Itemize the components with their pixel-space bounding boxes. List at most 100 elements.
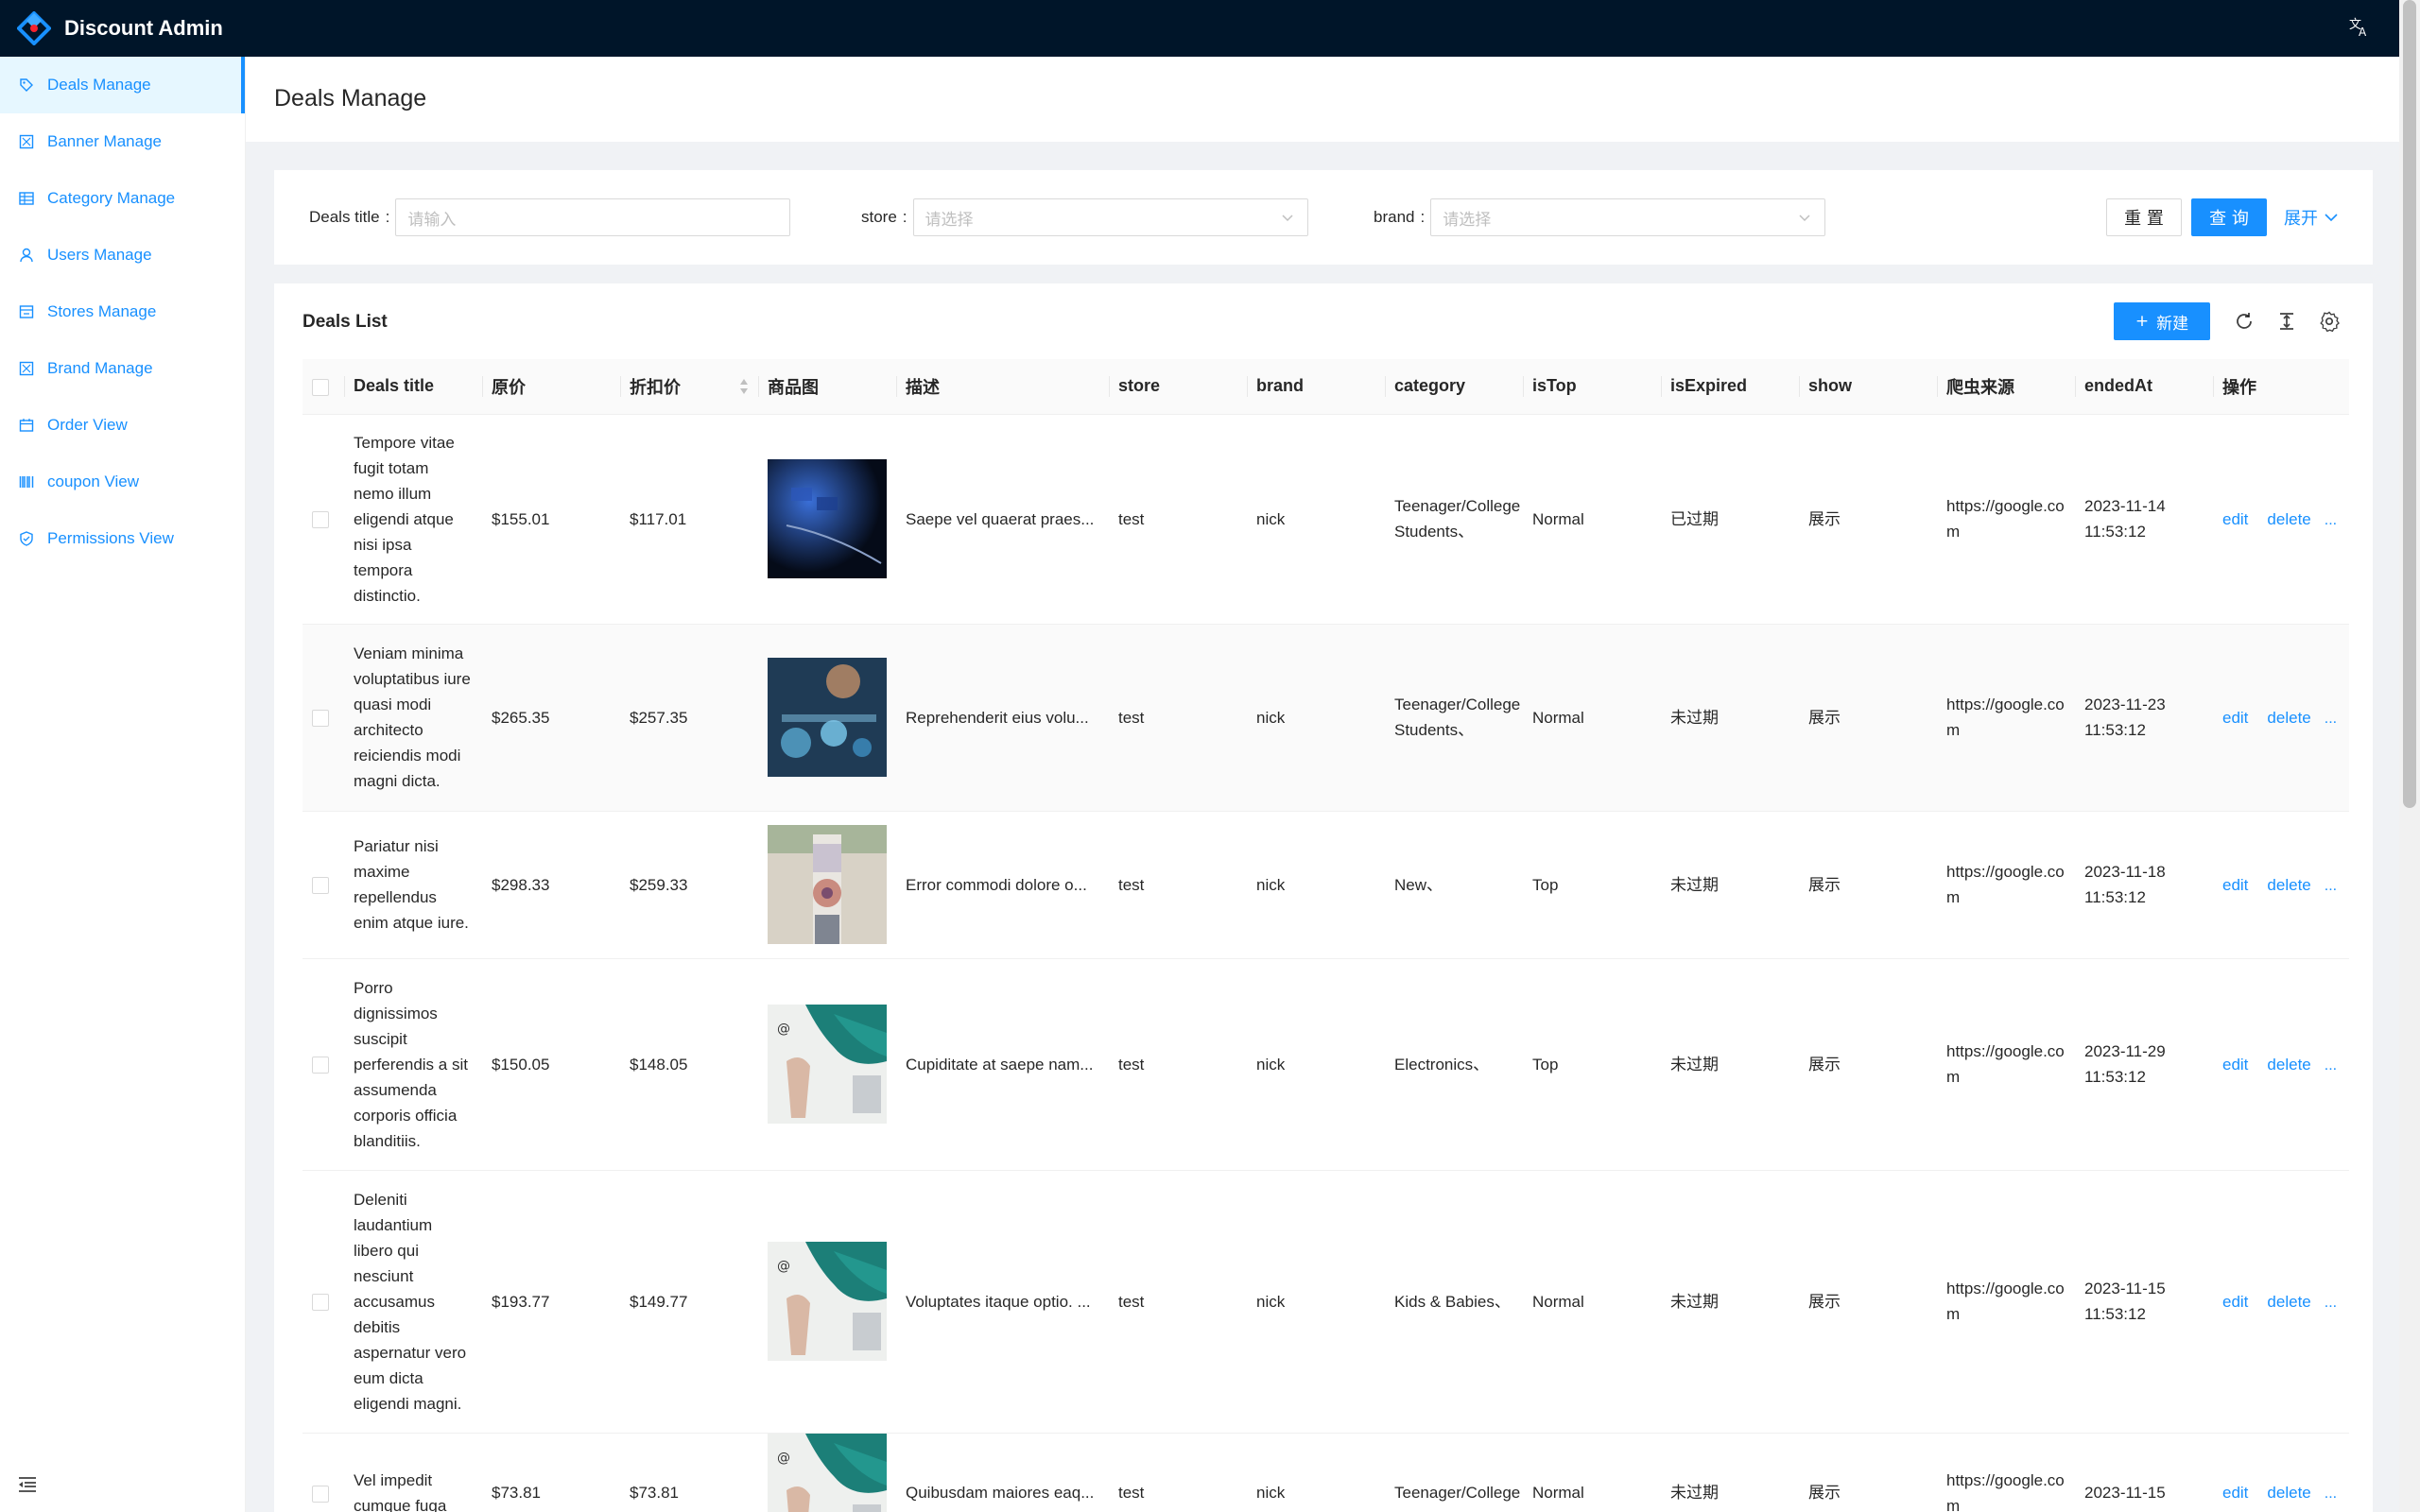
table-row[interactable]: Tempore vitae fugit totam nemo illum eli… <box>302 414 2349 625</box>
product-image[interactable]: @ <box>768 1005 887 1124</box>
more-actions-icon[interactable]: ... <box>2325 878 2337 894</box>
select-all-checkbox[interactable] <box>312 378 329 396</box>
row-select-cell[interactable] <box>302 624 344 812</box>
row-checkbox[interactable] <box>312 710 329 728</box>
menu-fold-icon[interactable] <box>17 1474 38 1495</box>
edit-link[interactable]: edit <box>2222 1056 2248 1074</box>
category-cell: Electronics、 <box>1385 958 1523 1171</box>
more-actions-icon[interactable]: ... <box>2325 512 2337 528</box>
sidebar-item-category[interactable]: Category Manage <box>0 170 245 227</box>
more-actions-icon[interactable]: ... <box>2325 1057 2337 1074</box>
actions-cell: edit delete... <box>2213 1170 2349 1434</box>
discount-price-cell: $73.81 <box>620 1433 758 1512</box>
source-cell: https://google.com <box>1937 624 2075 812</box>
sidebar-item-deals[interactable]: Deals Manage <box>0 57 245 113</box>
select-all-cell[interactable] <box>302 359 344 415</box>
is-top-cell: Normal <box>1523 1433 1661 1512</box>
table-row[interactable]: Vel impedit cumque fuga $73.81 $73.81 @ Quib… <box>302 1433 2349 1512</box>
row-checkbox[interactable] <box>312 511 329 529</box>
store-label: store <box>861 208 897 226</box>
actions-cell: edit delete... <box>2213 1433 2349 1512</box>
category-cell: Kids & Babies、 <box>1385 1170 1523 1434</box>
column-header: 原价 <box>482 359 620 415</box>
scrollbar-thumb[interactable] <box>2403 0 2416 808</box>
row-checkbox[interactable] <box>312 1057 329 1074</box>
column-header: 商品图 <box>758 359 896 415</box>
page-scrollbar[interactable] <box>2399 0 2420 1512</box>
sort-icon[interactable] <box>739 378 749 395</box>
row-checkbox[interactable] <box>312 1294 329 1312</box>
table-icon <box>19 191 34 206</box>
delete-link[interactable]: delete <box>2267 1293 2310 1311</box>
show-cell: 展示 <box>1799 624 1937 812</box>
row-checkbox[interactable] <box>312 1485 329 1503</box>
row-checkbox[interactable] <box>312 877 329 895</box>
table-row[interactable]: Deleniti laudantium libero qui nesciunt … <box>302 1170 2349 1434</box>
product-image[interactable]: @ <box>768 1242 887 1361</box>
deals-title-input[interactable]: 请输入 <box>395 198 791 236</box>
delete-link[interactable]: delete <box>2267 1056 2310 1074</box>
query-button[interactable]: 查 询 <box>2191 198 2267 236</box>
sidebar-item-order[interactable]: Order View <box>0 397 245 454</box>
deals-table-card: Deals List + 新建 Deals title 原价 折扣价 商品图 描 <box>274 284 2373 1512</box>
page-title: Deals Manage <box>274 85 427 112</box>
category-cell: Teenager/College Students、 <box>1385 624 1523 812</box>
sidebar-item-stores[interactable]: Stores Manage <box>0 284 245 340</box>
edit-link[interactable]: edit <box>2222 1484 2248 1502</box>
source-cell: https://google.com <box>1937 1433 2075 1512</box>
column-header: brand <box>1247 359 1385 415</box>
delete-link[interactable]: delete <box>2267 876 2310 894</box>
row-select-cell[interactable] <box>302 811 344 959</box>
more-actions-icon[interactable]: ... <box>2325 1486 2337 1502</box>
edit-link[interactable]: edit <box>2222 709 2248 727</box>
more-actions-icon[interactable]: ... <box>2325 711 2337 727</box>
show-cell: 展示 <box>1799 811 1937 959</box>
edit-link[interactable]: edit <box>2222 510 2248 528</box>
product-image[interactable] <box>768 825 887 944</box>
sidebar-item-banner[interactable]: Banner Manage <box>0 113 245 170</box>
table-row[interactable]: Veniam minima voluptatibus iure quasi mo… <box>302 624 2349 812</box>
store-select[interactable]: 请选择 <box>912 198 1308 236</box>
row-select-cell[interactable] <box>302 1170 344 1434</box>
reload-icon[interactable] <box>2233 310 2256 333</box>
more-actions-icon[interactable]: ... <box>2325 1295 2337 1311</box>
new-deal-button[interactable]: + 新建 <box>2114 302 2210 340</box>
delete-link[interactable]: delete <box>2267 1484 2310 1502</box>
sidebar-item-permissions[interactable]: Permissions View <box>0 510 245 567</box>
edit-link[interactable]: edit <box>2222 876 2248 894</box>
sidebar-item-label: Stores Manage <box>47 302 157 320</box>
product-image[interactable]: @ <box>768 1433 887 1512</box>
column-header-sortable[interactable]: 折扣价 <box>620 359 758 415</box>
product-image[interactable] <box>768 658 887 777</box>
column-height-icon[interactable] <box>2275 310 2298 333</box>
description-cell: Quibusdam maiores eaq... <box>896 1433 1109 1512</box>
store-cell: test <box>1109 1433 1247 1512</box>
svg-text:A: A <box>2359 26 2367 38</box>
brand-select[interactable]: 请选择 <box>1430 198 1826 236</box>
table-row[interactable]: Pariatur nisi maxime repellendus enim at… <box>302 811 2349 959</box>
reset-button[interactable]: 重 置 <box>2106 198 2182 236</box>
plus-icon: + <box>2135 312 2150 331</box>
translate-icon[interactable]: 文A <box>2346 15 2373 42</box>
deal-title-cell: Veniam minima voluptatibus iure quasi mo… <box>344 624 482 812</box>
row-select-cell[interactable] <box>302 1433 344 1512</box>
delete-link[interactable]: delete <box>2267 510 2310 528</box>
sidebar-item-coupon[interactable]: coupon View <box>0 454 245 510</box>
ended-at-cell: 2023-11-23 11:53:12 <box>2075 624 2213 812</box>
edit-link[interactable]: edit <box>2222 1293 2248 1311</box>
original-price-cell: $298.33 <box>482 811 620 959</box>
row-select-cell[interactable] <box>302 414 344 625</box>
expand-toggle[interactable]: 展开 <box>2284 198 2339 236</box>
delete-link[interactable]: delete <box>2267 709 2310 727</box>
sidebar-item-brand[interactable]: Brand Manage <box>0 340 245 397</box>
product-image[interactable] <box>768 459 887 578</box>
setting-icon[interactable] <box>2318 310 2341 333</box>
sidebar-item-label: Brand Manage <box>47 359 153 377</box>
category-cell: Teenager/College Students、 <box>1385 414 1523 625</box>
source-cell: https://google.com <box>1937 811 2075 959</box>
table-row[interactable]: Porro dignissimos suscipit perferendis a… <box>302 958 2349 1171</box>
sidebar-item-users[interactable]: Users Manage <box>0 227 245 284</box>
barcode-icon <box>19 474 34 490</box>
row-select-cell[interactable] <box>302 958 344 1171</box>
page-header: Deals Manage <box>246 57 2401 142</box>
